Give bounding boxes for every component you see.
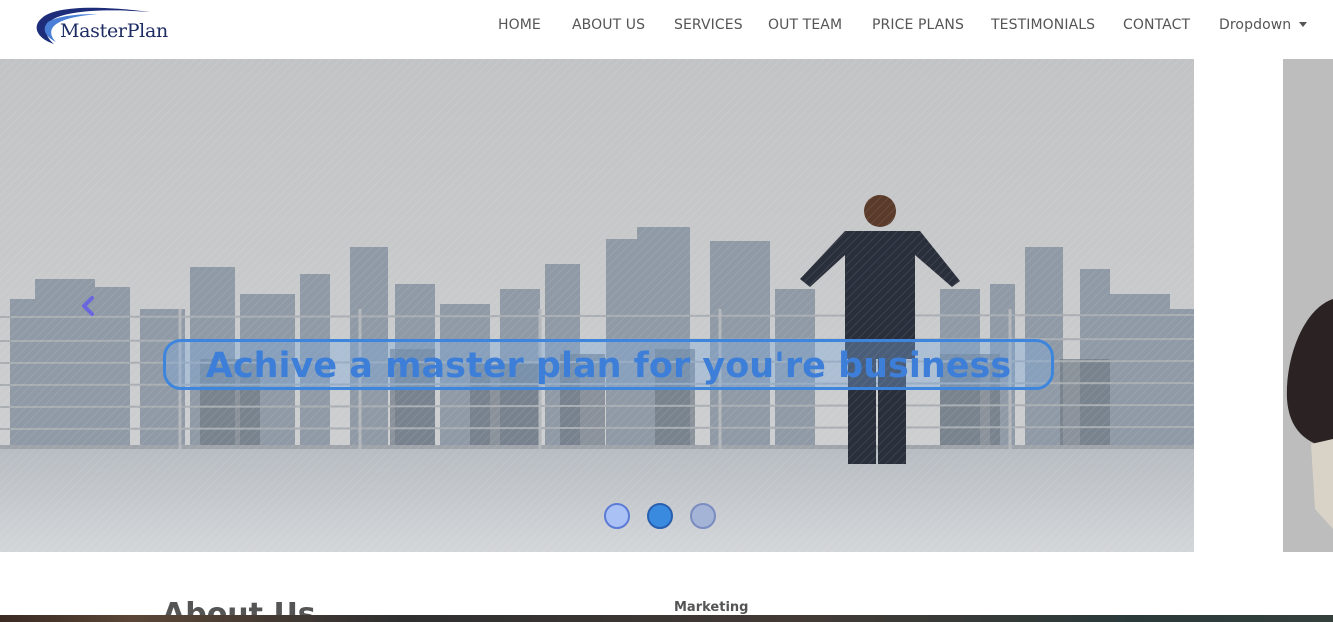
nav-home[interactable]: HOME [498,17,541,33]
carousel-caption: Achive a master plan for you're business [205,346,1012,386]
nav-out-team[interactable]: OUT TEAM [768,17,842,33]
nav-services[interactable]: SERVICES [674,17,743,33]
section-background-band [0,615,1333,622]
nav-dropdown[interactable]: Dropdown [1219,17,1308,33]
carousel-slide: Achive a master plan for you're business [0,59,1194,552]
navbar: MasterPlan HOME ABOUT US SERVICES OUT TE… [0,0,1333,59]
carousel-indicator-2[interactable] [647,503,673,529]
skyline-photo [0,59,1194,552]
nav-testimonials[interactable]: TESTIMONIALS [991,17,1095,33]
marketing-label: Marketing [674,600,749,615]
carousel-caption-box: Achive a master plan for you're business [163,339,1054,390]
carousel-indicator-1[interactable] [604,503,630,529]
nav-about-us[interactable]: ABOUT US [572,17,645,33]
next-slide-photo [1283,59,1333,552]
nav-contact[interactable]: CONTACT [1123,17,1190,33]
caret-down-icon [1299,22,1308,27]
carousel-indicators [604,503,718,529]
carousel-indicator-3[interactable] [690,503,716,529]
carousel-next-slide-peek [1283,59,1333,552]
nav-dropdown-label: Dropdown [1219,17,1292,33]
nav-price-plans[interactable]: PRICE PLANS [872,17,964,33]
main-nav: HOME ABOUT US SERVICES OUT TEAM PRICE PL… [0,17,1333,37]
carousel-prev-icon[interactable] [76,294,100,318]
